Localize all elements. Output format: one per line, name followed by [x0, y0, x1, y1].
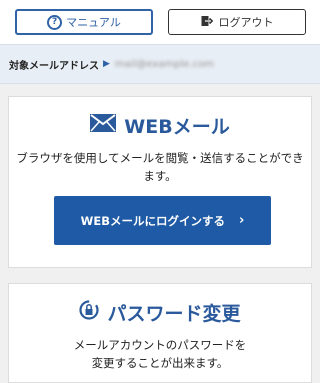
logout-button[interactable]: ログアウト	[168, 9, 306, 35]
triangle-right-icon: ▶	[103, 59, 110, 69]
password-card: パスワード変更 メールアカウントのパスワードを変更することが出来ます。	[8, 283, 312, 383]
manual-label: マニュアル	[66, 16, 121, 29]
target-address-value: mail@example.com	[114, 58, 214, 70]
help-icon: ?	[47, 14, 63, 30]
logout-icon	[201, 15, 214, 30]
chevron-right-icon: ›	[238, 213, 245, 228]
webmail-card: WEBメール ブラウザを使用してメールを閲覧・送信することができます。 WEBメ…	[8, 96, 312, 268]
top-bar: ? マニュアル ログアウト	[0, 0, 320, 44]
mail-icon	[90, 114, 117, 137]
webmail-title: WEBメール	[124, 116, 230, 138]
password-title: パスワード変更	[107, 303, 241, 325]
webmail-login-button[interactable]: WEBメールにログインする ›	[54, 196, 271, 245]
password-title-row: パスワード変更	[9, 299, 311, 326]
target-address-row: 対象メールアドレス ▶ mail@example.com	[0, 44, 320, 84]
target-address-label: 対象メールアドレス	[9, 60, 99, 72]
manual-button[interactable]: ? マニュアル	[15, 9, 153, 35]
webmail-title-row: WEBメール	[9, 112, 311, 139]
webmail-description: ブラウザを使用してメールを閲覧・送信することができます。	[16, 151, 304, 183]
webmail-login-label: WEBメールにログインする	[80, 213, 225, 228]
password-description: メールアカウントのパスワードを変更することが出来ます。	[73, 338, 247, 370]
logout-label: ログアウト	[218, 16, 274, 29]
lock-icon	[79, 300, 100, 325]
